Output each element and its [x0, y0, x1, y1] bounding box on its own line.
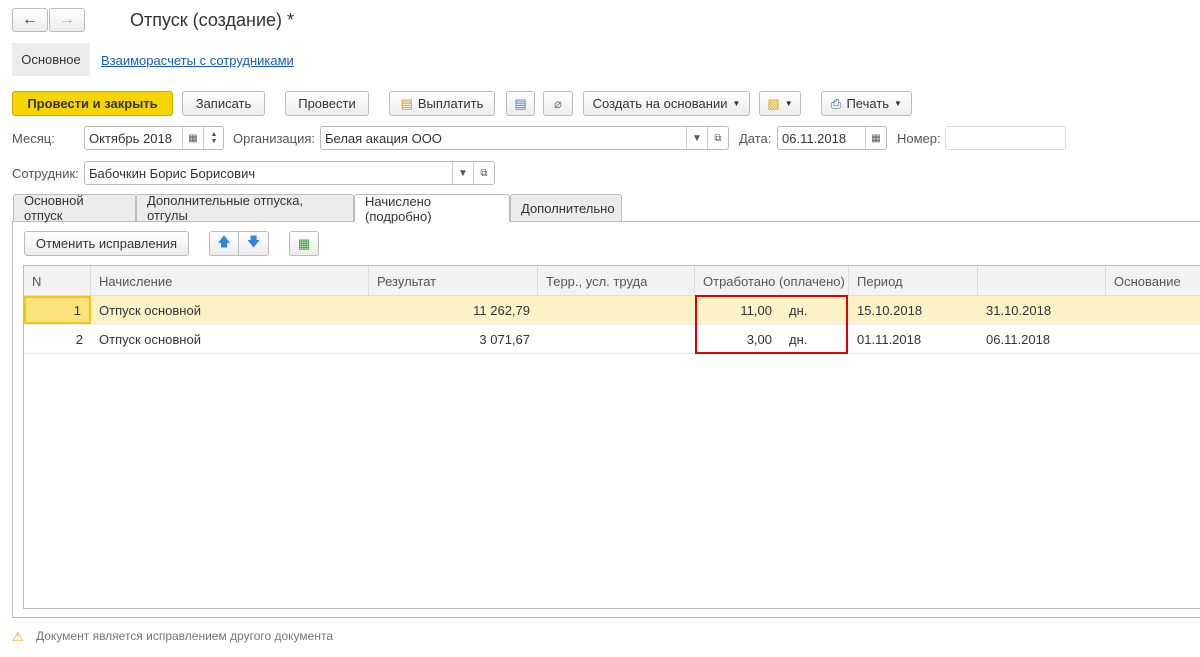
cancel-corrections-button[interactable]: Отменить исправления [24, 231, 189, 256]
section-settlements-link[interactable]: Взаиморасчеты с сотрудниками [101, 53, 294, 68]
month-label: Месяц: [12, 131, 55, 146]
post-button[interactable]: Провести [285, 91, 369, 116]
table-row[interactable]: 1 Отпуск основной 11 262,79 11,00 дн. 15… [24, 296, 1200, 325]
warning-icon: ⚠ [12, 629, 24, 644]
pay-icon: ▤ [400, 95, 413, 111]
tab-additional-leave[interactable]: Дополнительные отпуска, отгулы [136, 193, 354, 223]
col-basis[interactable]: Основание [1106, 266, 1200, 296]
date-label: Дата: [739, 131, 772, 146]
number-field[interactable] [945, 126, 1066, 150]
pay-button[interactable]: ▤ Выплатить [389, 91, 495, 116]
chevron-down-icon: ▼ [784, 99, 793, 108]
col-accrual[interactable]: Начисление [91, 266, 369, 296]
move-up-icon[interactable]: 🡅 [209, 231, 239, 256]
employee-label: Сотрудник: [12, 166, 79, 181]
print-label: Печать [846, 96, 890, 111]
month-field[interactable]: Октябрь 2018 ▦ ▲ ▼ [84, 126, 224, 150]
basis-value [1106, 325, 1122, 353]
table-header: N Начисление Результат Терр., усл. труда… [24, 266, 1200, 296]
chevron-down-icon[interactable]: ▼ [452, 162, 473, 184]
row-number: 1 [24, 296, 91, 324]
attachment-icon[interactable]: ⌀ [543, 91, 573, 116]
pay-label: Выплатить [417, 96, 484, 111]
section-main[interactable]: Основное [12, 43, 90, 76]
forward-button[interactable]: → [49, 8, 85, 32]
page-title: Отпуск (создание) * [130, 10, 295, 30]
back-button[interactable]: ← [12, 8, 48, 32]
territory-value [538, 296, 695, 324]
open-icon[interactable]: ⧉ [707, 127, 728, 149]
tab-accrued-detailed[interactable]: Начислено (подробно) [354, 194, 510, 224]
period-start: 15.10.2018 [857, 302, 923, 318]
chevron-down-icon[interactable]: ▼ [686, 127, 707, 149]
col-n[interactable]: N [24, 266, 91, 296]
calendar-icon[interactable]: ▦ [865, 127, 886, 149]
calendar-icon[interactable]: ▦ [182, 127, 203, 149]
period-end: 06.11.2018 [986, 331, 1051, 347]
employee-value: Бабочкин Борис Борисович [89, 165, 256, 181]
month-stepper[interactable]: ▲ ▼ [203, 127, 224, 149]
chevron-down-icon: ▼ [894, 99, 902, 108]
org-label: Организация: [233, 131, 316, 146]
accruals-table: N Начисление Результат Терр., усл. труда… [23, 265, 1200, 609]
col-worked[interactable]: Отработано (оплачено) [695, 266, 849, 296]
result-value: 3 071,67 [479, 331, 530, 347]
org-field[interactable]: Белая акация ООО ▼ ⧉ [320, 126, 729, 150]
open-icon[interactable]: ⧉ [473, 162, 494, 184]
accrual-name: Отпуск основной [99, 331, 201, 347]
list-icon[interactable]: ▤ [506, 91, 535, 116]
printer-icon: ⎙ [831, 95, 842, 111]
territory-value [538, 325, 695, 353]
period-end: 31.10.2018 [986, 302, 1052, 318]
date-value: 06.11.2018 [782, 130, 847, 146]
move-down-icon[interactable]: 🡇 [238, 231, 269, 256]
create-based-label: Создать на основании [592, 96, 728, 111]
employee-field[interactable]: Бабочкин Борис Борисович ▼ ⧉ [84, 161, 495, 185]
accrual-name: Отпуск основной [99, 302, 201, 318]
row-number: 2 [75, 331, 83, 347]
create-based-button[interactable]: Создать на основании ▼ [583, 91, 750, 116]
result-value: 11 262,79 [473, 302, 530, 318]
chevron-down-icon: ▼ [732, 99, 741, 108]
save-button[interactable]: Записать [182, 91, 265, 116]
col-period-end[interactable] [978, 266, 1106, 296]
month-value: Октябрь 2018 [89, 130, 172, 146]
col-period[interactable]: Период [849, 266, 978, 296]
table-row[interactable]: 2 Отпуск основной 3 071,67 3,00 дн. 01.1… [24, 325, 1200, 354]
tab-main-leave[interactable]: Основной отпуск [13, 193, 136, 223]
document-history-button[interactable]: ▧ ▼ [759, 91, 801, 116]
tab-additional[interactable]: Дополнительно [510, 194, 622, 221]
document-clock-icon: ▧ [767, 95, 780, 111]
number-label: Номер: [897, 131, 941, 146]
org-value: Белая акация ООО [325, 130, 442, 146]
date-field[interactable]: 06.11.2018 ▦ [777, 126, 887, 150]
footer-note: Документ является исправлением другого д… [36, 629, 334, 643]
highlight-box [695, 295, 848, 354]
add-columns-icon[interactable]: ▦ [289, 231, 319, 256]
basis-value [1106, 296, 1122, 324]
post-and-close-button[interactable]: Провести и закрыть [12, 91, 173, 116]
print-button[interactable]: ⎙ Печать ▼ [821, 91, 912, 116]
col-territory[interactable]: Терр., усл. труда [538, 266, 695, 296]
col-result[interactable]: Результат [369, 266, 538, 296]
period-start: 01.11.2018 [857, 331, 922, 347]
